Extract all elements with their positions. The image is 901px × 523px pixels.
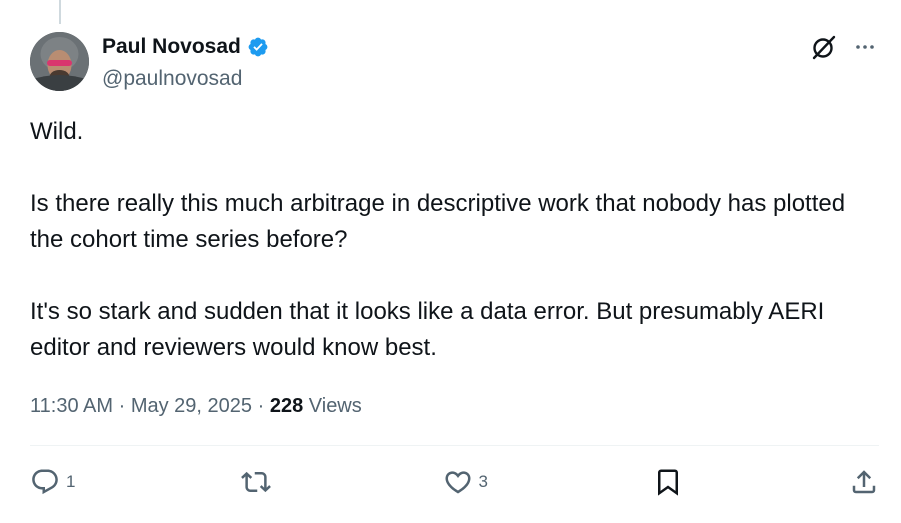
author-handle[interactable]: @paulnovosad — [102, 66, 242, 92]
views-count: 228 — [269, 395, 304, 417]
like-count: 3 — [478, 472, 488, 491]
tweet-text: Wild. Is there really this much arbitrag… — [30, 114, 880, 366]
avatar-image — [30, 32, 89, 91]
share-button[interactable] — [849, 467, 879, 497]
retweet-icon — [241, 471, 271, 493]
divider — [30, 445, 879, 446]
meta-separator: · — [118, 395, 126, 417]
bookmark-icon — [658, 469, 679, 496]
author-name-row: Paul Novosad — [102, 34, 269, 60]
tweet-action-bar: 1 3 — [30, 460, 879, 504]
reply-button[interactable]: 1 — [30, 467, 75, 497]
like-icon — [444, 471, 471, 494]
views-label: Views — [308, 395, 362, 417]
reply-icon — [32, 469, 58, 495]
tweet-top-actions — [809, 32, 877, 62]
grok-icon[interactable] — [809, 32, 839, 62]
avatar[interactable] — [30, 32, 89, 91]
tweet-paragraph: It's so stark and sudden that it looks l… — [30, 298, 825, 361]
like-button[interactable]: 3 — [443, 467, 488, 497]
retweet-button[interactable] — [241, 467, 277, 497]
author-display-name[interactable]: Paul Novosad — [102, 34, 241, 60]
more-icon[interactable] — [853, 35, 877, 59]
tweet-paragraph: Wild. — [30, 118, 84, 145]
tweet-date[interactable]: May 29, 2025 — [131, 395, 252, 417]
share-icon — [852, 470, 876, 494]
tweet-time[interactable]: 11:30 AM — [30, 395, 113, 417]
meta-separator: · — [257, 395, 265, 417]
thread-connector-line — [59, 0, 61, 24]
verified-badge-icon[interactable] — [247, 36, 269, 58]
bookmark-button[interactable] — [653, 467, 683, 497]
tweet-meta: 11:30 AM · May 29, 2025 · 228 Views — [30, 392, 362, 420]
reply-count: 1 — [66, 472, 76, 491]
tweet-paragraph: Is there really this much arbitrage in d… — [30, 190, 846, 253]
